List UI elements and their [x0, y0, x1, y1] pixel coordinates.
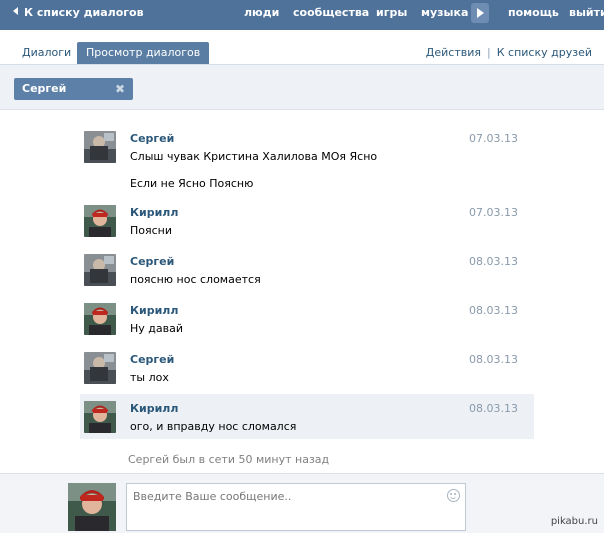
- avatar[interactable]: [84, 131, 116, 163]
- message-date: 08.03.13: [469, 402, 518, 415]
- close-icon[interactable]: ✖: [115, 78, 125, 100]
- tab-dialogs[interactable]: Диалоги: [22, 42, 71, 64]
- my-avatar[interactable]: [68, 483, 116, 531]
- nav-logout[interactable]: выйти: [569, 0, 604, 30]
- back-label: К списку диалогов: [24, 6, 144, 19]
- nav-games[interactable]: игры: [376, 0, 407, 30]
- tab-view-dialogs[interactable]: Просмотр диалогов: [77, 42, 210, 64]
- message-text: ого, и вправду нос сломался: [130, 420, 297, 433]
- message-text: Если не Ясно Поясню: [130, 177, 254, 190]
- watermark: pikabu.ru: [550, 516, 598, 527]
- message-item: Кирилл 07.03.13 Поясни: [80, 198, 534, 244]
- actions-link[interactable]: Действия: [426, 46, 481, 59]
- message-text: Поясни: [130, 224, 173, 237]
- nav-help[interactable]: помощь: [508, 0, 559, 30]
- message-text: Слыш чувак Кристина Халилова МОя Ясно: [130, 150, 378, 163]
- nav-people[interactable]: люди: [244, 0, 279, 30]
- smiley-icon[interactable]: [447, 489, 460, 502]
- play-icon[interactable]: [471, 3, 489, 23]
- message-item: Кирилл 08.03.13 ого, и вправду нос слома…: [80, 394, 534, 439]
- arrow-left-icon: [13, 7, 18, 15]
- message-author[interactable]: Сергей: [130, 255, 174, 268]
- message-item: Кирилл 08.03.13 Ну давай: [80, 296, 534, 342]
- message-date: 08.03.13: [469, 304, 518, 317]
- avatar[interactable]: [84, 401, 116, 433]
- friends-list-link[interactable]: К списку друзей: [497, 46, 592, 59]
- message-item: Сергей 08.03.13 ты лох: [80, 345, 534, 391]
- user-filter-chip[interactable]: Сергей ✖: [14, 78, 133, 100]
- links-separator: |: [487, 46, 491, 59]
- online-status: Сергей был в сети 50 минут назад: [128, 453, 330, 466]
- message-date: 07.03.13: [469, 132, 518, 145]
- filter-bar: Сергей ✖: [0, 65, 604, 110]
- avatar[interactable]: [84, 254, 116, 286]
- avatar[interactable]: [84, 303, 116, 335]
- message-author[interactable]: Кирилл: [130, 206, 178, 219]
- avatar[interactable]: [84, 352, 116, 384]
- message-item: Сергей 07.03.13 Слыш чувак Кристина Хали…: [80, 124, 534, 194]
- message-date: 08.03.13: [469, 255, 518, 268]
- message-input-box: [126, 483, 466, 531]
- message-text: Ну давай: [130, 322, 183, 335]
- message-history: Сергей 07.03.13 Слыш чувак Кристина Хали…: [0, 110, 604, 473]
- back-to-dialogs-link[interactable]: К списку диалогов: [13, 0, 144, 30]
- nav-communities[interactable]: сообщества: [293, 0, 369, 30]
- nav-music[interactable]: музыка: [421, 0, 468, 30]
- message-author[interactable]: Кирилл: [130, 402, 178, 415]
- message-author[interactable]: Кирилл: [130, 304, 178, 317]
- message-author[interactable]: Сергей: [130, 132, 174, 145]
- message-text: поясню нос сломается: [130, 273, 261, 286]
- message-date: 07.03.13: [469, 206, 518, 219]
- avatar[interactable]: [84, 205, 116, 237]
- chip-label: Сергей: [22, 82, 67, 95]
- message-date: 08.03.13: [469, 353, 518, 366]
- message-text: ты лох: [130, 371, 169, 384]
- top-bar: К списку диалогов люди сообщества игры м…: [0, 0, 604, 30]
- message-composer: pikabu.ru: [0, 473, 604, 533]
- tabs-row: Диалоги Просмотр диалогов Действия | К спи…: [0, 30, 604, 65]
- message-input[interactable]: [133, 490, 433, 503]
- message-item: Сергей 08.03.13 поясню нос сломается: [80, 247, 534, 293]
- message-author[interactable]: Сергей: [130, 353, 174, 366]
- right-links: Действия | К списку друзей: [426, 42, 592, 64]
